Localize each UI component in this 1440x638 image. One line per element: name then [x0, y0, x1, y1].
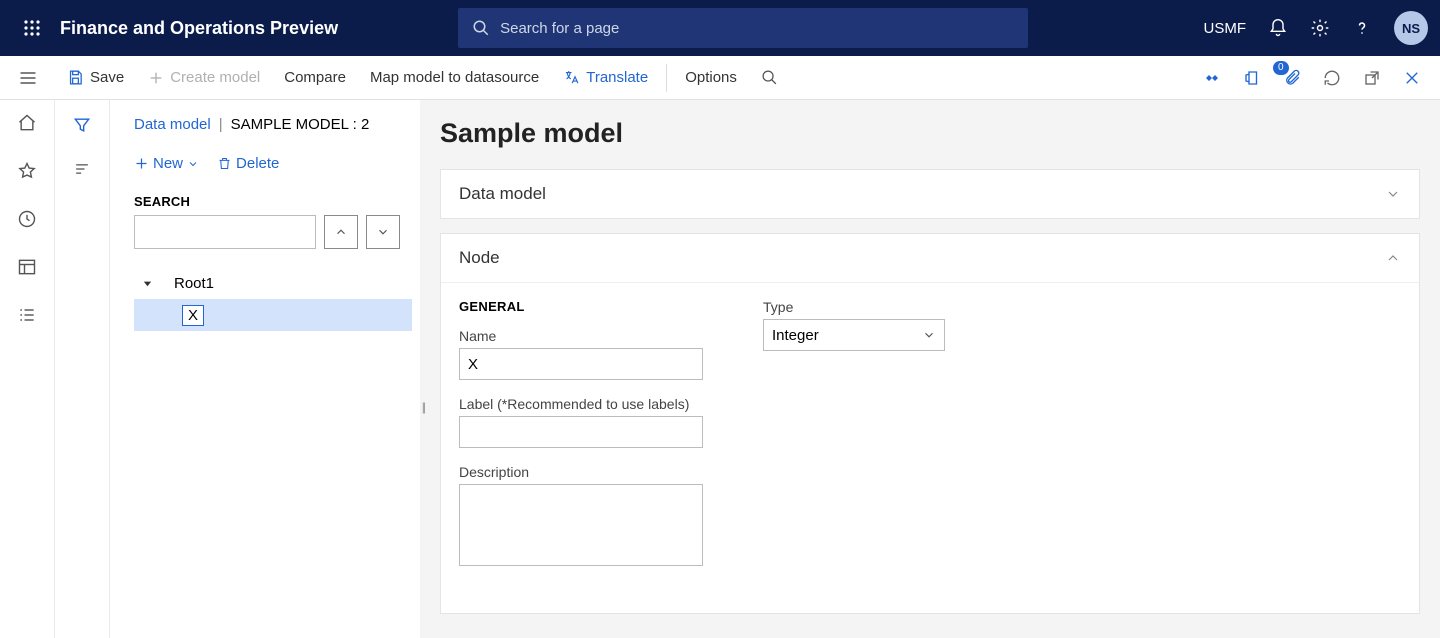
trash-icon: [217, 156, 232, 171]
modules-icon[interactable]: [16, 304, 38, 326]
office-addin-button[interactable]: [1240, 66, 1264, 90]
chevron-up-icon: [334, 225, 348, 239]
company-picker[interactable]: USMF: [1204, 20, 1247, 37]
home-icon[interactable]: [16, 112, 38, 134]
section-data-model: Data model: [440, 169, 1420, 219]
chevron-down-icon: [1385, 186, 1401, 202]
chevron-down-icon: [922, 328, 936, 342]
model-tree: Root1 X: [134, 267, 412, 331]
section-node: Node GENERAL Name Label (*Recommended to…: [440, 233, 1420, 614]
save-button[interactable]: Save: [55, 56, 136, 99]
related-info-button[interactable]: [1200, 66, 1224, 90]
options-button[interactable]: Options: [673, 56, 749, 99]
compare-button[interactable]: Compare: [272, 56, 358, 99]
translate-button[interactable]: Translate: [551, 56, 660, 99]
tree-toolbar: New Delete: [134, 155, 412, 172]
panel-rail: [55, 100, 110, 638]
save-icon: [67, 69, 84, 86]
bell-icon[interactable]: [1268, 18, 1288, 38]
name-label: Name: [459, 328, 703, 344]
command-search-button[interactable]: [749, 56, 790, 99]
search-icon: [472, 19, 490, 37]
breadcrumb-current: SAMPLE MODEL : 2: [231, 116, 370, 133]
global-search[interactable]: Search for a page: [458, 8, 1028, 48]
name-input[interactable]: [459, 348, 703, 380]
close-button[interactable]: [1400, 66, 1424, 90]
section-data-model-header[interactable]: Data model: [441, 170, 1419, 218]
create-model-button[interactable]: Create model: [136, 56, 272, 99]
chevron-down-icon: [187, 158, 199, 170]
description-label: Description: [459, 464, 703, 480]
caret-down-icon[interactable]: [134, 278, 160, 289]
app-launcher-icon[interactable]: [12, 19, 52, 37]
description-input[interactable]: [459, 484, 703, 566]
attachments-button[interactable]: 0: [1280, 66, 1304, 90]
breadcrumb: Data model | SAMPLE MODEL : 2: [134, 116, 412, 133]
search-label: SEARCH: [134, 194, 412, 209]
map-model-button[interactable]: Map model to datasource: [358, 56, 551, 99]
tree-search-input[interactable]: [134, 215, 316, 249]
popout-button[interactable]: [1360, 66, 1384, 90]
search-icon: [761, 69, 778, 86]
workspaces-icon[interactable]: [16, 256, 38, 278]
breadcrumb-separator: |: [219, 116, 223, 133]
global-search-placeholder: Search for a page: [500, 20, 619, 37]
tree-node-selected[interactable]: X: [134, 299, 412, 331]
list-view-icon[interactable]: [71, 158, 93, 180]
section-node-header[interactable]: Node: [441, 234, 1419, 282]
delete-button[interactable]: Delete: [217, 155, 279, 172]
plus-icon: [148, 70, 164, 86]
refresh-button[interactable]: [1320, 66, 1344, 90]
general-heading: GENERAL: [459, 299, 703, 314]
page-title: Sample model: [440, 118, 1420, 149]
nav-hamburger-icon[interactable]: [18, 68, 38, 88]
help-icon[interactable]: [1352, 18, 1372, 38]
user-avatar[interactable]: NS: [1394, 11, 1428, 45]
app-header: Finance and Operations Preview Search fo…: [0, 0, 1440, 56]
type-label: Type: [763, 299, 945, 315]
favorites-icon[interactable]: [16, 160, 38, 182]
plus-icon: [134, 156, 149, 171]
recent-icon[interactable]: [16, 208, 38, 230]
tree-panel: Data model | SAMPLE MODEL : 2 New Delete…: [110, 100, 420, 638]
command-bar: Save Create model Compare Map model to d…: [0, 56, 1440, 100]
attachments-badge: 0: [1273, 61, 1289, 75]
detail-pane: Sample model Data model Node GENERAL Nam…: [420, 100, 1440, 638]
gear-icon[interactable]: [1310, 18, 1330, 38]
divider: [666, 64, 667, 92]
type-select[interactable]: Integer: [763, 319, 945, 351]
chevron-down-icon: [376, 225, 390, 239]
filter-icon[interactable]: [71, 114, 93, 136]
translate-icon: [563, 69, 580, 86]
chevron-up-icon: [1385, 250, 1401, 266]
search-next-button[interactable]: [366, 215, 400, 249]
nav-rail: [0, 100, 55, 638]
breadcrumb-link[interactable]: Data model: [134, 116, 211, 133]
label-label: Label (*Recommended to use labels): [459, 396, 703, 412]
new-button[interactable]: New: [134, 155, 199, 172]
search-prev-button[interactable]: [324, 215, 358, 249]
app-title: Finance and Operations Preview: [60, 18, 338, 39]
resize-handle[interactable]: ||: [422, 400, 424, 414]
label-input[interactable]: [459, 416, 703, 448]
tree-node-root[interactable]: Root1: [134, 267, 412, 299]
